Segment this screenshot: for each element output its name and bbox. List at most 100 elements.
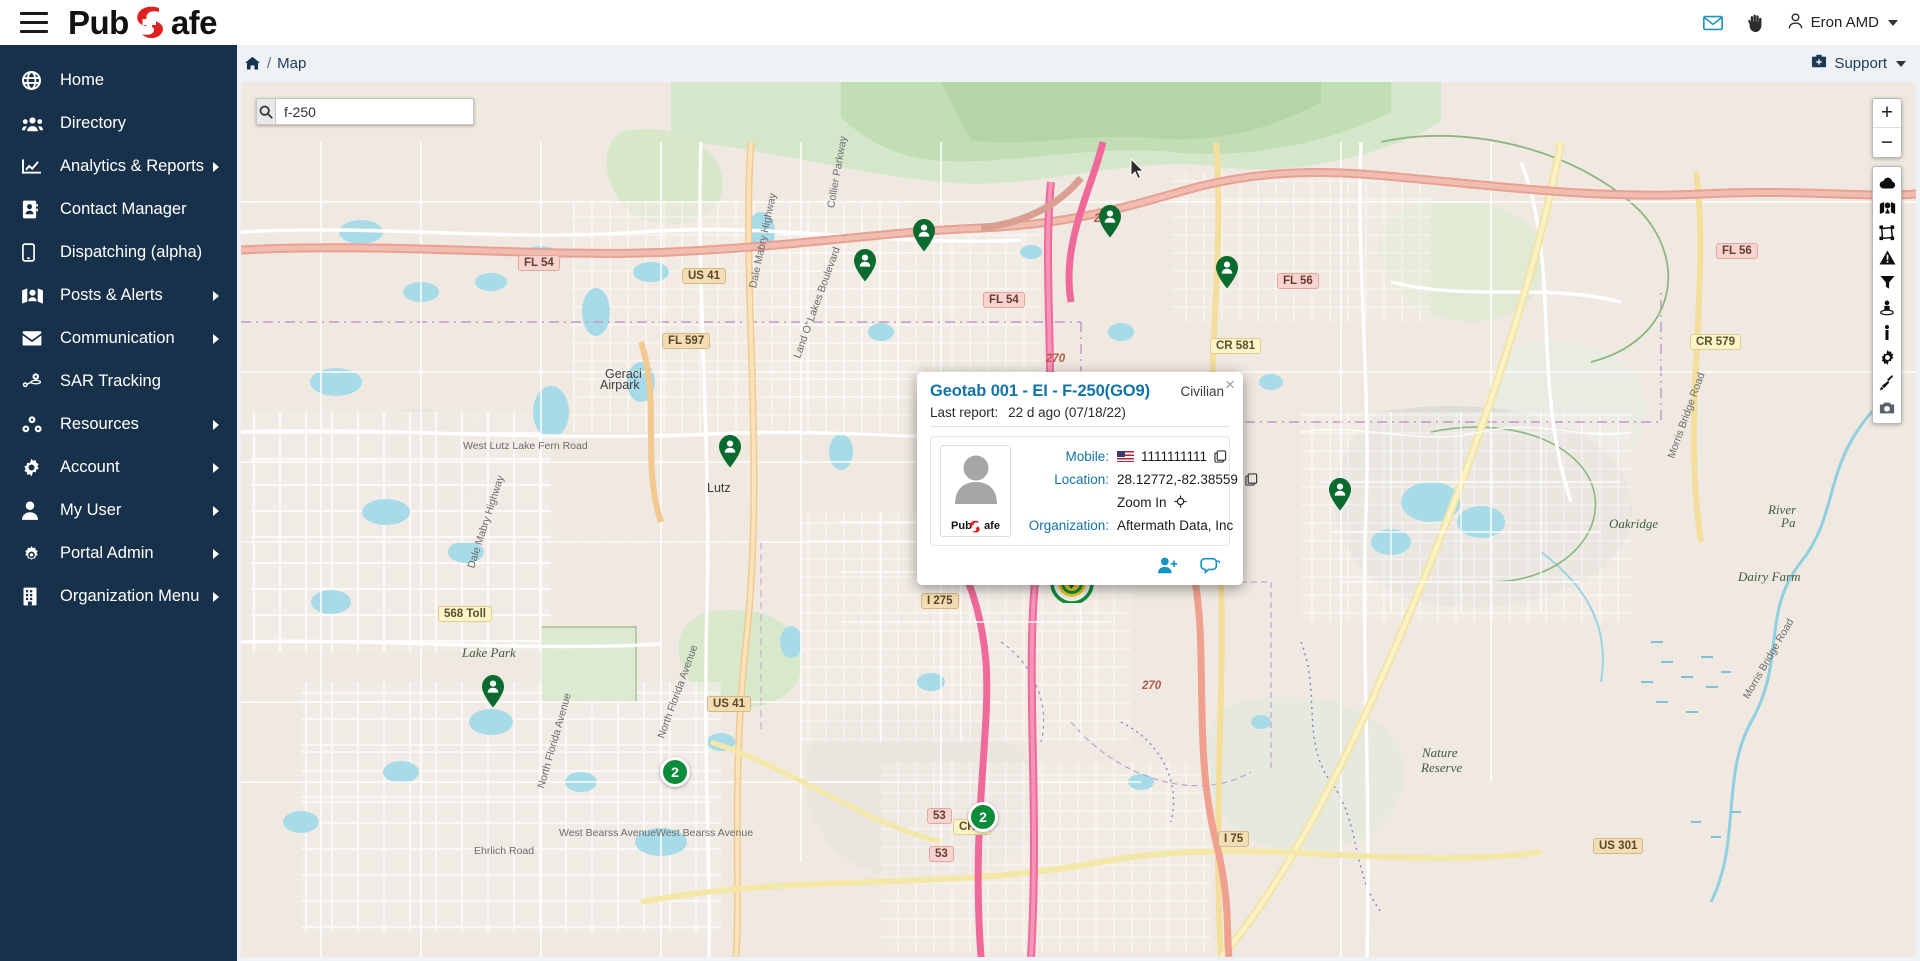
- sidebar-item-contact-manager[interactable]: Contact Manager: [0, 188, 237, 231]
- support-menu[interactable]: Support: [1811, 54, 1906, 73]
- app-logo[interactable]: Pub afe: [68, 0, 218, 45]
- envelope-icon[interactable]: [1702, 12, 1724, 34]
- road-shield: I 275: [921, 593, 959, 609]
- hamburger-icon[interactable]: [20, 11, 50, 35]
- message-icon[interactable]: [1200, 557, 1220, 574]
- avatar-logo-shield-icon: [967, 519, 982, 534]
- search-icon[interactable]: [256, 98, 275, 125]
- sidebar-item-posts-alerts[interactable]: Posts & Alerts: [0, 274, 237, 317]
- sidebar-item-label: Account: [60, 458, 120, 476]
- map-user-icon: [22, 287, 48, 305]
- detail-fields: Mobile: 1111111111 Location: 28.12772,-8…: [1021, 445, 1258, 537]
- zoom-out-button[interactable]: −: [1873, 128, 1901, 157]
- map-marker-icon[interactable]: [1873, 195, 1901, 220]
- road-shield: FL 56: [1716, 243, 1758, 259]
- sidebar-item-portal-admin[interactable]: Portal Admin: [0, 532, 237, 575]
- sidebar-item-organization-menu[interactable]: Organization Menu: [0, 575, 237, 618]
- field-location-label: Location:: [1054, 472, 1109, 487]
- sidebar-item-label: Contact Manager: [60, 200, 187, 218]
- person-icon: [22, 501, 48, 520]
- copy-icon[interactable]: [1245, 473, 1258, 486]
- map-marker[interactable]: [1214, 255, 1240, 294]
- sidebar-item-analytics-reports[interactable]: Analytics & Reports: [0, 145, 237, 188]
- map-cluster-marker[interactable]: 2: [660, 757, 690, 787]
- map-marker[interactable]: [911, 218, 937, 257]
- map-toolbar[interactable]: [1872, 166, 1902, 424]
- broom-icon[interactable]: [1873, 370, 1901, 395]
- sidebar-item-dispatching-alpha[interactable]: Dispatching (alpha): [0, 231, 237, 274]
- sidebar-item-home[interactable]: Home: [0, 59, 237, 102]
- user-menu[interactable]: Eron AMD: [1787, 12, 1898, 34]
- field-zoom-in[interactable]: Zoom In: [1021, 491, 1258, 514]
- chevron-down-icon: [1896, 60, 1906, 67]
- place-label: Lake Park: [462, 645, 516, 660]
- map-marker[interactable]: [717, 434, 743, 473]
- person-pin-icon[interactable]: [1873, 295, 1901, 320]
- breadcrumb-current: Map: [277, 55, 307, 72]
- map-marker[interactable]: [1327, 477, 1353, 516]
- map-marker[interactable]: [852, 248, 878, 287]
- sidebar-item-label: Dispatching (alpha): [60, 243, 203, 261]
- chevron-right-icon: [213, 505, 219, 516]
- map-marker[interactable]: [1097, 204, 1123, 243]
- hand-icon[interactable]: [1746, 12, 1765, 33]
- close-icon[interactable]: ×: [1225, 376, 1235, 393]
- header-actions: Eron AMD: [1702, 12, 1898, 34]
- zoom-controls[interactable]: + −: [1872, 98, 1902, 158]
- crosshair-icon[interactable]: [1174, 495, 1187, 511]
- home-icon[interactable]: [244, 55, 261, 72]
- gear-icon[interactable]: [1873, 345, 1901, 370]
- sidebar-item-account[interactable]: Account: [0, 446, 237, 489]
- field-location: Location: 28.12772,-82.38559: [1021, 468, 1258, 491]
- breadcrumb-separator: /: [267, 55, 272, 72]
- sidebar-item-resources[interactable]: Resources: [0, 403, 237, 446]
- chevron-right-icon: [213, 290, 219, 301]
- envelope-icon: [22, 331, 48, 346]
- field-organization-value: Aftermath Data, Inc: [1117, 518, 1234, 533]
- place-label: Dairy Farm: [1738, 569, 1801, 584]
- place-label: Oakridge: [1609, 516, 1659, 531]
- zoom-in-link[interactable]: Zoom In: [1117, 495, 1167, 510]
- search-input[interactable]: [275, 98, 474, 125]
- copy-icon[interactable]: [1214, 450, 1227, 463]
- map-container[interactable]: FL 54 US 41 FL 54 FL 56 FL 56 FL 597 CR 581 CR …: [241, 82, 1916, 957]
- camera-icon[interactable]: [1873, 395, 1901, 420]
- sidebar-item-my-user[interactable]: My User: [0, 489, 237, 532]
- globe-icon: [22, 71, 48, 90]
- street-label: West Bearss Avenue: [559, 827, 657, 839]
- main-content: / Map Support FL 54 US 41 FL 54 FL 56 FL…: [237, 45, 1920, 961]
- zoom-in-button[interactable]: +: [1873, 99, 1901, 128]
- road-shield: US 41: [682, 268, 726, 284]
- place-label: Airpark: [600, 378, 640, 392]
- info-icon[interactable]: [1873, 320, 1901, 345]
- street-label: West Bearss Avenue: [656, 827, 754, 839]
- chevron-right-icon: [213, 161, 219, 172]
- field-mobile: Mobile: 1111111111: [1021, 445, 1258, 468]
- draw-polygon-icon[interactable]: [1873, 220, 1901, 245]
- user-name: Eron AMD: [1810, 14, 1879, 31]
- map-cluster-marker[interactable]: 2: [968, 802, 998, 832]
- field-mobile-value: 1111111111: [1141, 449, 1208, 464]
- sidebar-item-sar-tracking[interactable]: SAR Tracking: [0, 360, 237, 403]
- sidebar-item-communication[interactable]: Communication: [0, 317, 237, 360]
- street-label: West Lutz Lake Fern Road: [463, 440, 588, 452]
- map-search[interactable]: [256, 98, 474, 125]
- road-shield: 270: [1046, 353, 1066, 365]
- map-marker[interactable]: [480, 674, 506, 713]
- place-label: Pa: [1781, 515, 1796, 530]
- logo-shield-icon: [129, 2, 169, 42]
- weather-cloud-icon[interactable]: [1873, 170, 1901, 195]
- add-contact-icon[interactable]: [1158, 557, 1178, 574]
- road-shield: FL 597: [662, 333, 711, 349]
- chevron-right-icon: [213, 419, 219, 430]
- route-icon: [22, 372, 48, 391]
- sidebar-item-directory[interactable]: Directory: [0, 102, 237, 145]
- street-label: Ehrlich Road: [474, 845, 535, 857]
- filter-icon[interactable]: [1873, 270, 1901, 295]
- sidebar-item-label: Posts & Alerts: [60, 286, 163, 304]
- hazard-triangle-icon[interactable]: [1873, 245, 1901, 270]
- user-icon: [1787, 12, 1804, 34]
- field-organization: Organization: Aftermath Data, Inc: [1021, 514, 1258, 537]
- marker-info-popup[interactable]: × Geotab 001 - EI - F-250(GO9) Civilian …: [917, 372, 1258, 585]
- chevron-right-icon: [213, 462, 219, 473]
